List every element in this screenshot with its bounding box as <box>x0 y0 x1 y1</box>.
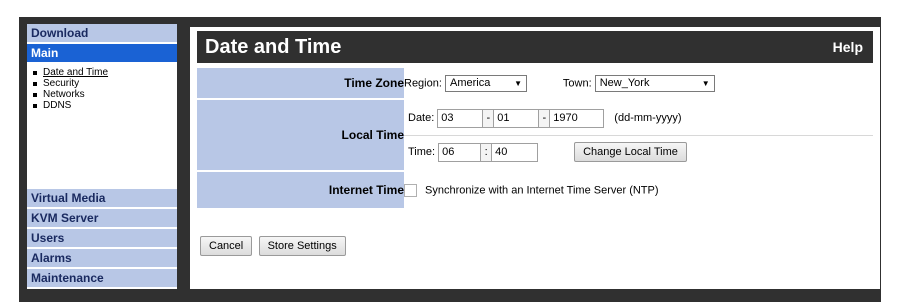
localtime-value-cell: Date: 03-01-1970 (dd-mm-yyyy) Time: 06:4… <box>404 100 873 170</box>
localtime-row: Local Time Date: 03-01-1970 (dd-mm-yyyy)… <box>197 100 873 170</box>
sidebar-item-download[interactable]: Download <box>27 24 177 44</box>
bullet-icon <box>33 70 37 75</box>
sidebar-submenu: Date and Time Security Networks DDNS <box>27 64 177 185</box>
localtime-label: Local Time <box>197 100 404 170</box>
submenu-link-ddns[interactable]: DDNS <box>43 100 71 111</box>
dropdown-arrow-icon: ▼ <box>514 78 522 88</box>
region-value: America <box>449 77 491 89</box>
date-format-hint: (dd-mm-yyyy) <box>614 112 682 124</box>
submenu-item-networks: Networks <box>33 89 177 100</box>
sidebar-item-main[interactable]: Main <box>27 44 177 64</box>
store-settings-button[interactable]: Store Settings <box>258 236 346 256</box>
submenu-item-ddns: DDNS <box>33 100 177 111</box>
submenu-item-date-and-time: Date and Time <box>33 67 177 78</box>
internettime-value-cell: Synchronize with an Internet Time Server… <box>404 172 873 208</box>
time-line: Time: 06:40 Change Local Time <box>404 136 873 169</box>
settings-form: Time Zone Region: America ▼ Town: New_Yor… <box>197 66 873 210</box>
ntp-checkbox[interactable] <box>404 183 417 197</box>
ntp-label: Synchronize with an Internet Time Server… <box>425 183 659 196</box>
bullet-icon <box>33 103 37 108</box>
town-value: New_York <box>599 77 650 89</box>
form-actions: Cancel Store Settings <box>200 236 349 256</box>
page-header: Date and Time Help <box>197 31 873 63</box>
timezone-row: Time Zone Region: America ▼ Town: New_Yor… <box>197 68 873 98</box>
date-label: Date: <box>408 112 435 124</box>
bullet-icon <box>33 92 37 97</box>
minute-input[interactable]: 40 <box>491 142 539 162</box>
sidebar-item-users[interactable]: Users <box>27 229 177 249</box>
sidebar-item-kvm-server[interactable]: KVM Server <box>27 209 177 229</box>
timezone-label: Time Zone <box>197 68 404 98</box>
sidebar-item-alarms[interactable]: Alarms <box>27 249 177 269</box>
bullet-icon <box>33 81 37 86</box>
region-label: Region: <box>404 76 442 89</box>
date-separator: - <box>483 108 494 128</box>
submenu-item-security: Security <box>33 78 177 89</box>
dropdown-arrow-icon: ▼ <box>701 78 710 88</box>
town-select[interactable]: New_York ▼ <box>594 74 715 92</box>
internettime-label: Internet Time <box>197 172 404 208</box>
date-separator: - <box>539 108 550 128</box>
region-select[interactable]: America ▼ <box>444 74 527 92</box>
day-input[interactable]: 03 <box>437 108 484 128</box>
time-label: Time: <box>408 146 436 158</box>
change-local-time-button[interactable]: Change Local Time <box>574 142 687 162</box>
sidebar-bottom-group: Virtual Media KVM Server Users Alarms Ma… <box>27 189 177 289</box>
sidebar-item-maintenance[interactable]: Maintenance <box>27 269 177 289</box>
submenu-link-date-and-time[interactable]: Date and Time <box>43 67 108 78</box>
help-link[interactable]: Help <box>833 39 863 55</box>
page-title: Date and Time <box>205 36 342 58</box>
sidebar: Download Main Date and Time Security Net… <box>27 24 177 289</box>
cancel-button[interactable]: Cancel <box>200 236 253 256</box>
submenu-link-networks[interactable]: Networks <box>43 89 85 100</box>
main-panel: Date and Time Help Time Zone Region: Ame… <box>190 27 880 289</box>
town-label: Town: <box>562 76 592 89</box>
year-input[interactable]: 1970 <box>549 108 605 128</box>
sidebar-item-virtual-media[interactable]: Virtual Media <box>27 189 177 209</box>
internettime-row: Internet Time Synchronize with an Intern… <box>197 172 873 208</box>
date-line: Date: 03-01-1970 (dd-mm-yyyy) <box>404 102 873 136</box>
timezone-value-cell: Region: America ▼ Town: New_York ▼ <box>404 68 873 98</box>
month-input[interactable]: 01 <box>493 108 540 128</box>
hour-input[interactable]: 06 <box>438 142 482 162</box>
submenu-link-security[interactable]: Security <box>43 78 79 89</box>
time-separator: : <box>481 142 492 162</box>
